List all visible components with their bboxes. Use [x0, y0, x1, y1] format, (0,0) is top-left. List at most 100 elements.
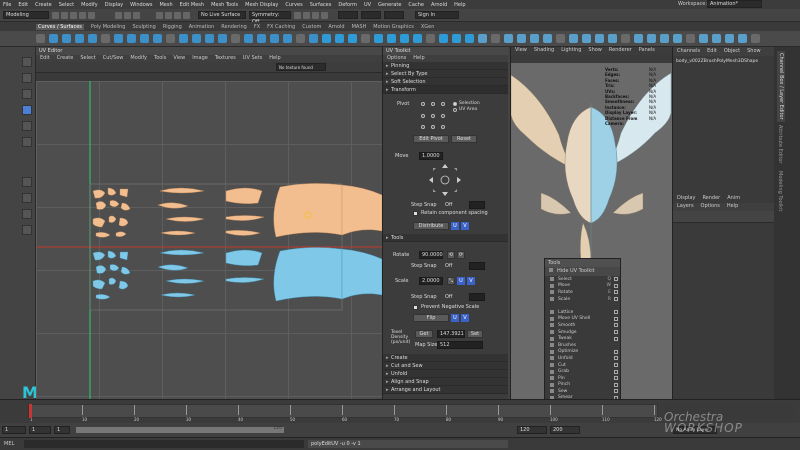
shelf-tool-icon[interactable]	[621, 34, 630, 43]
paint-select-icon[interactable]	[22, 89, 32, 99]
shelf-tool-icon[interactable]	[387, 34, 396, 43]
tool-checkbox[interactable]	[614, 283, 618, 288]
menu-item[interactable]: Mesh	[159, 2, 172, 8]
uv-menu-item[interactable]: Tools	[154, 55, 166, 62]
shelf-tool-icon[interactable]	[530, 34, 539, 43]
pivot-uv-area-radio[interactable]	[453, 108, 457, 112]
tool-checkbox[interactable]	[614, 316, 618, 321]
attribute-editor-tab[interactable]: Attribute Editor	[777, 125, 783, 163]
lasso-tool-icon[interactable]	[22, 73, 32, 83]
pivot-radio[interactable]	[431, 125, 435, 129]
playback-end-field[interactable]: 120	[517, 426, 547, 434]
channel-box-tab[interactable]: Channel Box / Layer Editor	[777, 51, 785, 122]
select-object-icon[interactable]	[124, 11, 131, 19]
time-slider-track[interactable]	[28, 404, 658, 418]
shelf-tool-icon[interactable]	[634, 34, 643, 43]
menu-set-dropdown[interactable]: Modeling	[3, 11, 49, 19]
shelf-tool-icon[interactable]	[465, 34, 474, 43]
viewport-menu-item[interactable]: Renderer	[609, 47, 632, 55]
outliner-layout-icon[interactable]	[22, 225, 32, 235]
shelf-tool-icon[interactable]	[101, 34, 110, 43]
viewport-menu-item[interactable]: Panels	[639, 47, 655, 55]
scale-v-button[interactable]: V	[467, 277, 475, 285]
move-tool-icon[interactable]	[22, 105, 32, 115]
shelf-tool-icon[interactable]	[309, 34, 318, 43]
edit-pivot-button[interactable]: Edit Pivot	[413, 135, 449, 143]
menu-item[interactable]: Help	[454, 2, 465, 8]
display-menu-item[interactable]: Layers	[677, 203, 694, 211]
menu-item[interactable]: Curves	[285, 2, 302, 8]
viewport-menu-item[interactable]: Show	[588, 47, 602, 55]
shelf-tool-icon[interactable]	[231, 34, 240, 43]
toolkit-section-header[interactable]: Unfold	[383, 370, 508, 378]
menu-item[interactable]: UV	[364, 2, 371, 8]
channel-menu-item[interactable]: Edit	[707, 47, 717, 56]
scale-tool-icon[interactable]	[22, 137, 32, 147]
shelf-tool-icon[interactable]	[36, 34, 45, 43]
menu-item[interactable]: Display	[105, 2, 123, 8]
pivot-radio[interactable]	[441, 102, 445, 106]
shelf-tab[interactable]: Curves / Surfaces	[36, 23, 84, 30]
menu-item[interactable]: Deform	[338, 2, 357, 8]
tool-row[interactable]: Select Q	[545, 276, 620, 283]
tool-checkbox[interactable]	[614, 277, 618, 282]
pivot-radio[interactable]	[421, 102, 425, 106]
redo-icon[interactable]	[88, 11, 95, 19]
shelf-tool-icon[interactable]	[543, 34, 552, 43]
tool-row[interactable]: Cut	[545, 362, 620, 369]
shelf-tool-icon[interactable]	[608, 34, 617, 43]
tools-section-header[interactable]: Tools	[383, 234, 508, 242]
prevent-negative-checkbox[interactable]	[413, 305, 418, 310]
shelf-tool-icon[interactable]	[127, 34, 136, 43]
shelf-tool-icon[interactable]	[556, 34, 565, 43]
select-component-icon[interactable]	[133, 11, 140, 19]
distribute-button[interactable]: Distribute	[413, 222, 449, 230]
tool-checkbox[interactable]	[614, 310, 618, 315]
tool-row[interactable]: Sew	[545, 388, 620, 395]
scale-value-field[interactable]: 2.0000	[419, 277, 443, 285]
move-arrows-icon[interactable]	[421, 161, 469, 201]
toolkit-section-header[interactable]: Select By Type	[383, 70, 508, 78]
current-time-marker[interactable]	[29, 404, 32, 418]
tool-row[interactable]: Pin	[545, 375, 620, 382]
tool-row[interactable]: Lattice	[545, 309, 620, 316]
tool-row[interactable]: Unfold	[545, 355, 620, 362]
undo-icon[interactable]	[79, 11, 86, 19]
scale-step-snap-value[interactable]: Off	[445, 294, 452, 300]
open-scene-icon[interactable]	[61, 11, 68, 19]
shelf-tab[interactable]: Poly Modeling	[91, 24, 126, 30]
toolkit-section-header[interactable]: Pinning	[383, 62, 508, 70]
render-settings-icon[interactable]	[321, 11, 328, 19]
range-slider-bar[interactable]: 120	[76, 426, 284, 433]
flip-v-button[interactable]: V	[461, 314, 469, 322]
shelf-tool-icon[interactable]	[439, 34, 448, 43]
tool-checkbox[interactable]	[614, 363, 618, 368]
shelf-tool-icon[interactable]	[517, 34, 526, 43]
pivot-radio[interactable]	[431, 114, 435, 118]
menu-item[interactable]: Cache	[408, 2, 424, 8]
distribute-u-button[interactable]: U	[451, 222, 459, 230]
pivot-radio[interactable]	[421, 114, 425, 118]
tool-row[interactable]: Rotate E	[545, 289, 620, 296]
uvtk-menu-item[interactable]: Options	[387, 55, 406, 62]
shelf-tool-icon[interactable]	[673, 34, 682, 43]
menu-item[interactable]: Edit	[18, 2, 28, 8]
transform-section-header[interactable]: Transform	[383, 86, 508, 94]
get-density-button[interactable]: Get	[415, 330, 433, 338]
channel-menu-item[interactable]: Channels	[677, 47, 700, 56]
menu-item[interactable]: Arnold	[431, 2, 447, 8]
input-field-3[interactable]	[384, 11, 404, 19]
tool-row[interactable]: Move W	[545, 283, 620, 290]
channel-menu-item[interactable]: Show	[747, 47, 761, 56]
shelf-tool-icon[interactable]	[400, 34, 409, 43]
menu-item[interactable]: Modify	[81, 2, 98, 8]
scale-step-field[interactable]	[469, 293, 485, 301]
tool-row[interactable]: Smudge	[545, 329, 620, 336]
shelf-tool-icon[interactable]	[491, 34, 500, 43]
shelf-tool-icon[interactable]	[348, 34, 357, 43]
menu-item[interactable]: Edit Mesh	[180, 2, 204, 8]
tool-row[interactable]: Grab	[545, 368, 620, 375]
toolkit-section-header[interactable]: Create	[383, 354, 508, 362]
new-scene-icon[interactable]	[52, 11, 59, 19]
uv-menu-item[interactable]: Create	[57, 55, 74, 62]
